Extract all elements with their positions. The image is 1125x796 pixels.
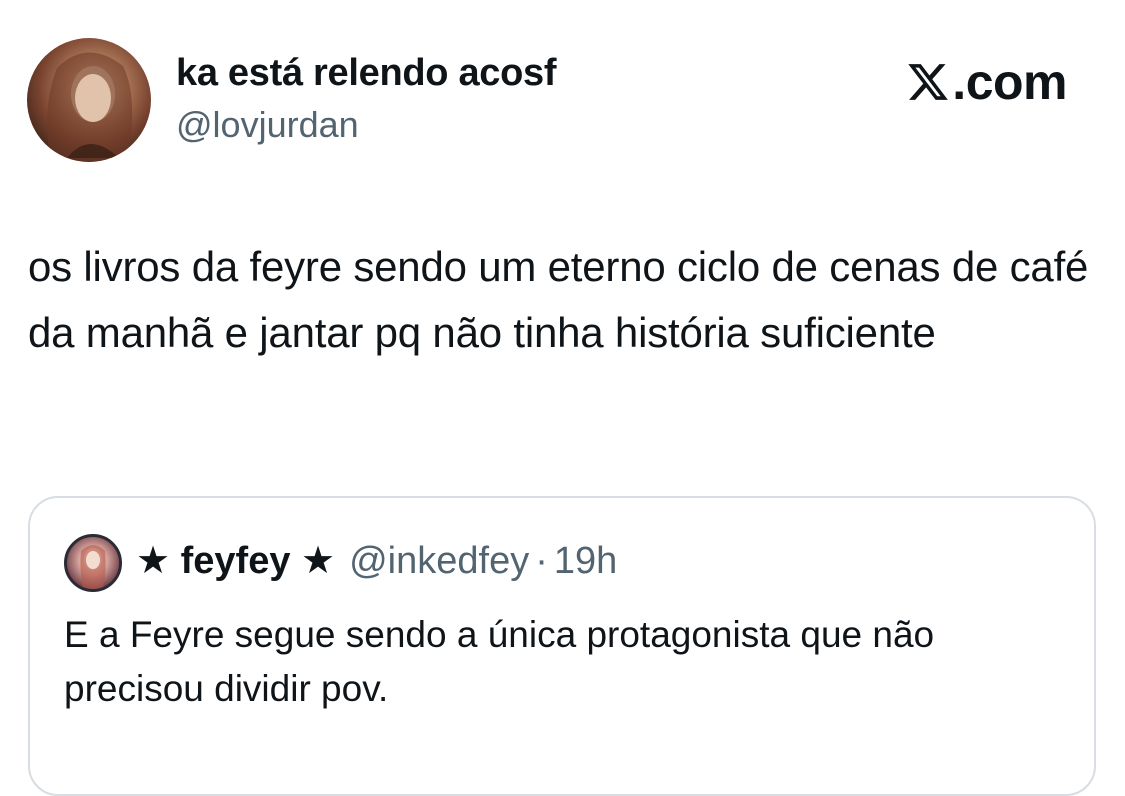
- tweet-text: os livros da feyre sendo um eterno ciclo…: [28, 243, 1089, 356]
- quoted-author-handle[interactable]: @inkedfey: [349, 540, 529, 583]
- quoted-tweet-card[interactable]: ★ feyfey ★ @inkedfey · 19h E a Feyre seg…: [28, 496, 1096, 796]
- quoted-tweet-text: E a Feyre segue sendo a única protagonis…: [64, 614, 935, 709]
- author-avatar[interactable]: [27, 38, 151, 162]
- quoted-author-avatar[interactable]: [64, 534, 122, 592]
- quoted-tweet-timestamp[interactable]: 19h: [554, 540, 617, 583]
- quoted-tweet-header: ★ feyfey ★ @inkedfey · 19h: [136, 538, 617, 583]
- profile-photo-icon: [80, 545, 106, 589]
- header-separator: ·: [535, 540, 548, 582]
- profile-photo-icon: [47, 52, 133, 162]
- brand-label: .com: [952, 54, 1067, 110]
- author-display-name[interactable]: ka está relendo acosf: [176, 52, 557, 95]
- author-handle[interactable]: @lovjurdan: [176, 104, 359, 146]
- x-logo-icon: [908, 64, 949, 100]
- brand-watermark: .com: [906, 53, 1067, 111]
- quoted-author-display-name[interactable]: ★ feyfey ★: [136, 538, 335, 583]
